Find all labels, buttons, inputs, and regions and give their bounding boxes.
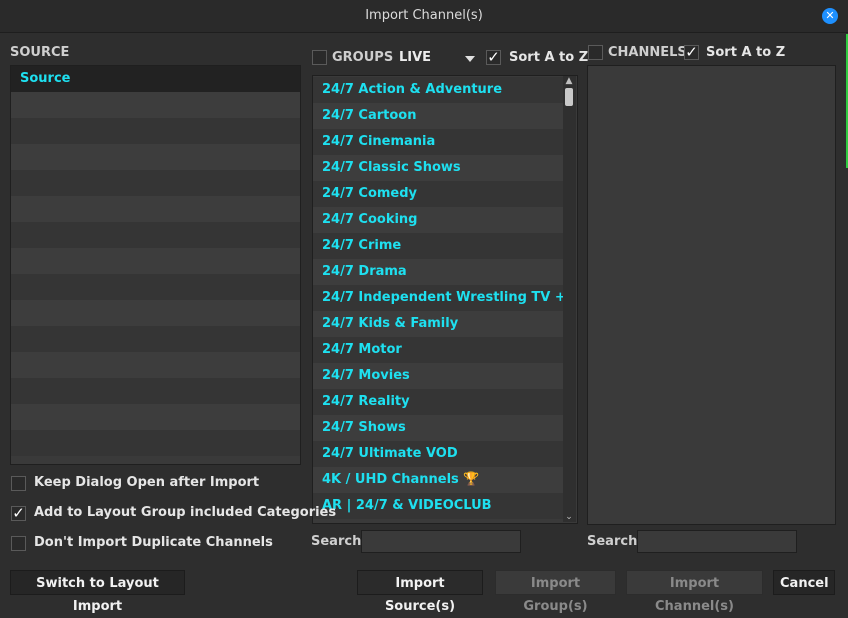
source-empty-row[interactable] xyxy=(11,170,300,196)
scroll-thumb[interactable] xyxy=(565,88,573,106)
add-layout-label: Add to Layout Group included Categories xyxy=(34,505,337,520)
group-item[interactable]: 24/7 Reality xyxy=(313,389,563,415)
groups-select-all-checkbox[interactable] xyxy=(312,50,327,65)
switch-layout-button[interactable]: Switch to Layout Import xyxy=(10,570,185,614)
channels-label: CHANNELS xyxy=(608,45,687,60)
group-item[interactable]: 24/7 Classic Shows xyxy=(313,155,563,181)
group-item[interactable]: 24/7 Kids & Family xyxy=(313,311,563,337)
source-empty-row[interactable] xyxy=(11,430,300,456)
scroll-down-icon[interactable]: ⌄ xyxy=(563,512,575,522)
group-item[interactable]: 24/7 Cartoon xyxy=(313,103,563,129)
group-item[interactable]: 24/7 Action & Adventure xyxy=(313,77,563,103)
chevron-down-icon xyxy=(465,56,475,62)
group-item[interactable]: 4K / UHD Channels 🏆 xyxy=(313,467,563,493)
cancel-button[interactable]: Cancel xyxy=(773,570,835,595)
window-title: Import Channel(s) xyxy=(365,8,483,23)
source-empty-row[interactable] xyxy=(11,196,300,222)
channels-search-input[interactable] xyxy=(637,530,797,553)
channels-select-all-checkbox[interactable] xyxy=(588,45,603,60)
import-sources-button[interactable]: Import Source(s) xyxy=(357,570,483,614)
source-empty-row[interactable] xyxy=(11,118,300,144)
source-empty-row[interactable] xyxy=(11,300,300,326)
groups-type-select[interactable]: LIVE xyxy=(397,48,475,68)
groups-search-label: Search xyxy=(311,534,362,549)
group-item[interactable]: 24/7 Movies xyxy=(313,363,563,389)
close-icon[interactable]: ✕ xyxy=(822,8,838,24)
group-item[interactable]: 24/7 Motor xyxy=(313,337,563,363)
groups-scrollbar[interactable]: ▲ ⌄ xyxy=(563,76,576,522)
source-empty-row[interactable] xyxy=(11,92,300,118)
keep-open-label: Keep Dialog Open after Import xyxy=(34,475,260,490)
group-item[interactable]: 24/7 Comedy xyxy=(313,181,563,207)
group-item[interactable]: AR | 24/7 & VIDEOCLUB xyxy=(313,493,563,519)
groups-sort-label: Sort A to Z xyxy=(509,50,589,65)
source-label: SOURCE xyxy=(10,45,70,60)
channels-list[interactable] xyxy=(587,65,836,525)
channels-sort-label: Sort A to Z xyxy=(706,45,786,60)
source-empty-row[interactable] xyxy=(11,144,300,170)
group-item[interactable]: 24/7 Independent Wrestling TV + xyxy=(313,285,563,311)
add-layout-checkbox[interactable]: ✓ xyxy=(11,506,26,521)
source-empty-row[interactable] xyxy=(11,352,300,378)
title-bar: Import Channel(s) ✕ xyxy=(0,0,848,33)
group-item[interactable]: 24/7 Crime xyxy=(313,233,563,259)
keep-open-checkbox[interactable] xyxy=(11,476,26,491)
groups-sort-checkbox[interactable]: ✓ xyxy=(486,50,501,65)
source-empty-row[interactable] xyxy=(11,248,300,274)
groups-label: GROUPS xyxy=(332,50,394,65)
no-duplicates-checkbox[interactable] xyxy=(11,536,26,551)
groups-list[interactable]: 24/7 Action & Adventure 24/7 Cartoon 24/7 … xyxy=(312,75,578,524)
import-groups-button[interactable]: Import Group(s) xyxy=(495,570,616,614)
source-empty-row[interactable] xyxy=(11,404,300,430)
source-empty-row[interactable] xyxy=(11,378,300,404)
source-empty-row[interactable] xyxy=(11,274,300,300)
group-item[interactable]: 24/7 Shows xyxy=(313,415,563,441)
group-item[interactable]: 24/7 Drama xyxy=(313,259,563,285)
source-empty-row[interactable] xyxy=(11,326,300,352)
group-item[interactable]: 24/7 Cinemania xyxy=(313,129,563,155)
group-item[interactable]: 24/7 Cooking xyxy=(313,207,563,233)
groups-type-value: LIVE xyxy=(399,50,432,65)
groups-search-input[interactable] xyxy=(361,530,521,553)
source-empty-row[interactable] xyxy=(11,222,300,248)
source-list[interactable]: Source xyxy=(10,65,301,465)
group-item[interactable]: 24/7 Ultimate VOD xyxy=(313,441,563,467)
channels-search-label: Search xyxy=(587,534,638,549)
channels-sort-checkbox[interactable]: ✓ xyxy=(684,45,699,60)
source-item[interactable]: Source xyxy=(11,66,300,92)
scroll-up-icon[interactable]: ▲ xyxy=(563,76,575,86)
no-duplicates-label: Don't Import Duplicate Channels xyxy=(34,535,273,550)
import-channels-button[interactable]: Import Channel(s) xyxy=(626,570,763,614)
